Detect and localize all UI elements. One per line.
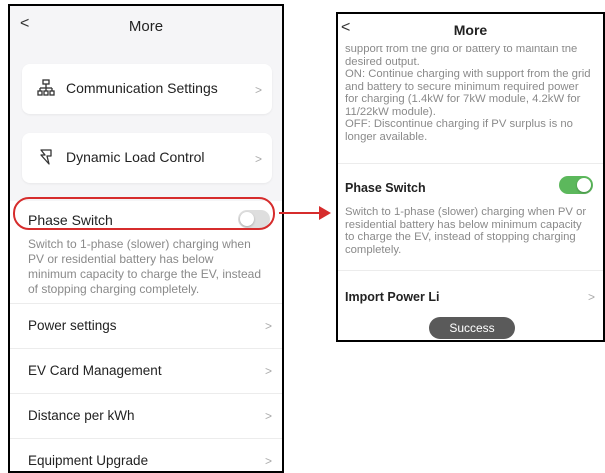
callout-arrow-line (279, 212, 321, 214)
chevron-right-icon: > (264, 409, 272, 423)
equipment-upgrade-label: Equipment Upgrade (28, 453, 149, 468)
phase-switch-description: Switch to 1-phase (slower) charging when… (28, 237, 262, 296)
distance-per-kwh-row[interactable]: Distance per kWh > (10, 394, 282, 438)
phase-switch-description: Switch to 1-phase (slower) charging when… (345, 206, 587, 256)
page-title: More (128, 18, 164, 35)
success-toast: Success (429, 317, 515, 339)
power-settings-label: Power settings (28, 318, 117, 333)
ev-card-management-row[interactable]: EV Card Management > (10, 349, 282, 393)
callout-arrow-head (319, 206, 331, 220)
overflow-description: support from the grid or battery to main… (345, 46, 591, 143)
chevron-right-icon: > (264, 364, 272, 378)
header: < More (338, 14, 603, 46)
phase-switch-callout (13, 197, 275, 230)
communication-settings-card[interactable]: Communication Settings > (22, 64, 272, 114)
import-power-label: Import Power Li (345, 290, 440, 304)
phase-switch-toggle[interactable] (559, 176, 593, 194)
left-screen: < More Communication Settings > Dynamic … (8, 4, 284, 473)
phase-switch-label: Phase Switch (345, 181, 426, 195)
chevron-right-icon: > (254, 83, 262, 97)
right-screen: < More support from the grid or battery … (336, 12, 605, 342)
power-settings-row[interactable]: Power settings > (10, 304, 282, 348)
network-icon (37, 79, 55, 96)
dynamic-load-control-label: Dynamic Load Control (66, 149, 205, 165)
toggle-knob (577, 178, 591, 192)
phase-switch-section: Phase Switch Switch to 1-phase (slower) … (338, 164, 603, 270)
header: < More (10, 6, 282, 46)
page-title: More (453, 22, 488, 38)
chevron-right-icon: > (254, 152, 262, 166)
ev-card-management-label: EV Card Management (28, 363, 162, 378)
load-control-icon (40, 149, 52, 165)
top-description-section: support from the grid or battery to main… (338, 46, 603, 163)
dynamic-load-control-card[interactable]: Dynamic Load Control > (22, 133, 272, 183)
chevron-right-icon: > (587, 290, 595, 304)
communication-settings-label: Communication Settings (66, 80, 218, 96)
distance-per-kwh-label: Distance per kWh (28, 408, 135, 423)
chevron-right-icon: > (264, 319, 272, 333)
chevron-right-icon: > (264, 454, 272, 468)
equipment-upgrade-row[interactable]: Equipment Upgrade > (10, 439, 282, 471)
